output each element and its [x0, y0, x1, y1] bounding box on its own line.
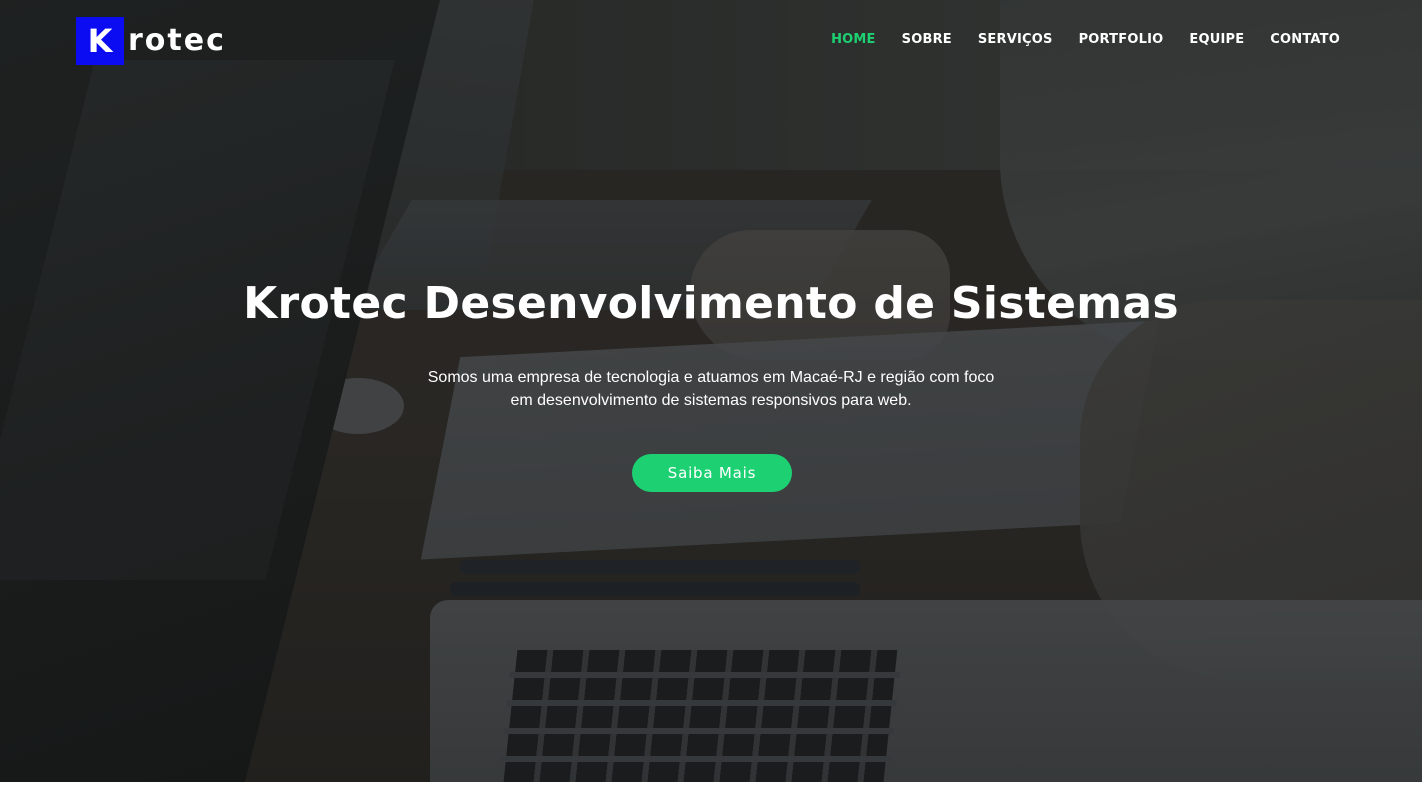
hero-description-line-1: Somos uma empresa de tecnologia e atuamo… — [427, 369, 995, 386]
nav-link-portfolio[interactable]: PORTFOLIO — [1079, 32, 1164, 47]
nav-item-home: HOME — [831, 30, 876, 48]
nav-link-sobre[interactable]: SOBRE — [902, 32, 952, 47]
nav-link-servicos[interactable]: SERVIÇOS — [978, 32, 1053, 47]
nav-link-equipe[interactable]: EQUIPE — [1189, 32, 1244, 47]
navbar: K rotec HOME SOBRE SERVIÇOS PORTFOLIO EQ… — [0, 0, 1422, 84]
nav-item-servicos: SERVIÇOS — [978, 30, 1053, 48]
nav-item-sobre: SOBRE — [902, 30, 952, 48]
saiba-mais-button[interactable]: Saiba Mais — [632, 454, 792, 492]
nav-item-equipe: EQUIPE — [1189, 30, 1244, 48]
nav-link-contato[interactable]: CONTATO — [1270, 32, 1340, 47]
logo-letter-box: K — [76, 17, 124, 65]
logo-text: rotec — [128, 23, 226, 58]
main-nav: HOME SOBRE SERVIÇOS PORTFOLIO EQUIPE CON… — [831, 30, 1340, 48]
hero-description-line-2: em desenvolvimento de sistemas responsiv… — [510, 392, 912, 409]
hero-title: Krotec Desenvolvimento de Sistemas — [243, 278, 1179, 329]
nav-item-portfolio: PORTFOLIO — [1079, 30, 1164, 48]
brand-logo[interactable]: K rotec — [76, 17, 226, 65]
nav-item-contato: CONTATO — [1270, 30, 1340, 48]
nav-link-home[interactable]: HOME — [831, 32, 876, 47]
hero-section: K rotec HOME SOBRE SERVIÇOS PORTFOLIO EQ… — [0, 0, 1422, 782]
hero-description: Somos uma empresa de tecnologia e atuamo… — [411, 366, 1011, 412]
